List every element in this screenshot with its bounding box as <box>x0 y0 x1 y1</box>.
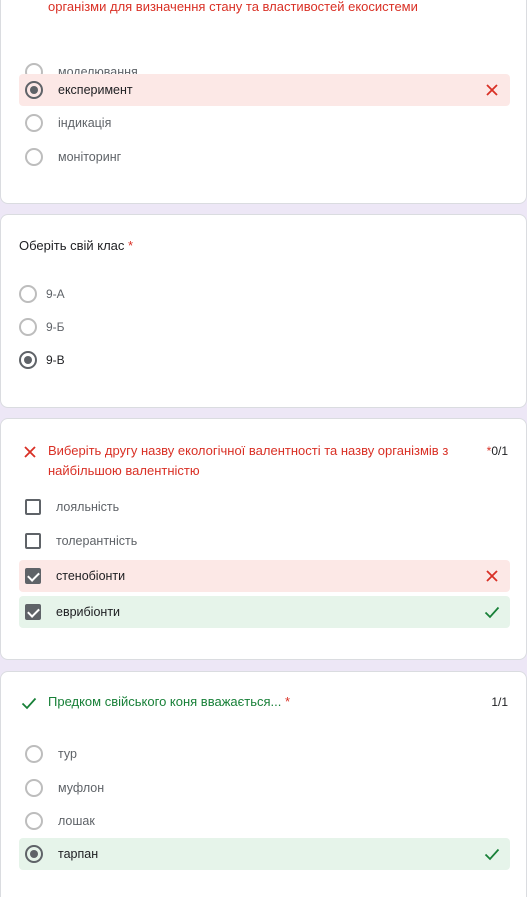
radio-button[interactable] <box>25 779 43 797</box>
option-experiment[interactable]: експеримент <box>19 74 510 106</box>
option-tolerance[interactable]: толерантність <box>19 525 510 557</box>
score-value: 0/1 <box>491 444 508 458</box>
option-loshak[interactable]: лошак <box>19 805 510 837</box>
radio-button[interactable] <box>25 745 43 763</box>
option-9a[interactable]: 9-А <box>19 284 65 304</box>
question-title: Предком свійського коня вважається... * <box>48 692 290 712</box>
question-title: організми для визначення стану та власти… <box>48 0 418 14</box>
option-label: толерантність <box>56 534 138 548</box>
close-icon <box>24 446 36 458</box>
option-loyalty[interactable]: лояльність <box>19 491 510 523</box>
option-9b[interactable]: 9-Б <box>19 317 65 337</box>
radio-button[interactable] <box>19 285 37 303</box>
radio-button-selected[interactable] <box>25 81 43 99</box>
option-tarpan[interactable]: тарпан <box>19 838 510 870</box>
option-label: тур <box>58 747 77 761</box>
option-label: лошак <box>58 814 95 828</box>
option-label: стенобіонти <box>56 569 126 583</box>
question-title-text: Оберіть свій клас <box>19 238 125 253</box>
checkbox-checked[interactable] <box>25 568 41 584</box>
required-mark: * <box>128 238 134 253</box>
option-eurybionts[interactable]: еврибіонти <box>19 596 510 628</box>
option-label: еврибіонти <box>56 605 121 619</box>
question-card-1: організми для визначення стану та власти… <box>0 0 527 204</box>
score: *0/1 <box>487 444 508 458</box>
score-value: 1/1 <box>491 695 508 709</box>
option-label: муфлон <box>58 781 105 795</box>
option-label: індикація <box>58 116 112 130</box>
radio-button[interactable] <box>25 114 43 132</box>
checkbox[interactable] <box>25 533 41 549</box>
option-label: 9-Б <box>46 320 65 334</box>
question-title-line-2: найбільшою валентністю <box>48 463 200 478</box>
check-icon <box>21 697 37 710</box>
checkbox[interactable] <box>25 499 41 515</box>
radio-button[interactable] <box>25 148 43 166</box>
option-label: тарпан <box>58 847 99 861</box>
question-card-2: Оберіть свій клас * 9-А 9-Б 9-В <box>0 214 527 408</box>
check-icon <box>484 848 500 861</box>
required-mark: * <box>284 694 291 709</box>
option-label: 9-А <box>46 287 65 301</box>
question-title: Оберіть свій клас * <box>19 236 133 256</box>
option-indication[interactable]: індикація <box>19 107 510 139</box>
close-icon <box>486 84 498 96</box>
radio-button[interactable] <box>25 812 43 830</box>
option-label: лояльність <box>56 500 120 514</box>
checkbox-checked[interactable] <box>25 604 41 620</box>
radio-button-selected[interactable] <box>25 845 43 863</box>
radio-button-selected[interactable] <box>19 351 37 369</box>
option-mouflon[interactable]: муфлон <box>19 772 510 804</box>
question-title-text: Предком свійського коня вважається... <box>48 694 282 709</box>
question-card-4: Предком свійського коня вважається... * … <box>0 671 527 897</box>
option-monitoring[interactable]: моніторинг <box>19 141 510 173</box>
question-card-3: Виберіть другу назву екологічної валентн… <box>0 418 527 660</box>
option-label: 9-В <box>46 353 65 367</box>
option-9v[interactable]: 9-В <box>19 350 65 370</box>
close-icon <box>486 570 498 582</box>
option-stenobionts[interactable]: стенобіонти <box>19 560 510 592</box>
question-title: Виберіть другу назву екологічної валентн… <box>48 441 448 481</box>
option-tur[interactable]: тур <box>19 738 510 770</box>
option-label: моніторинг <box>58 150 122 164</box>
radio-button[interactable] <box>19 318 37 336</box>
option-label: експеримент <box>58 83 133 97</box>
question-title-line-1: Виберіть другу назву екологічної валентн… <box>48 443 449 458</box>
check-icon <box>484 606 500 619</box>
